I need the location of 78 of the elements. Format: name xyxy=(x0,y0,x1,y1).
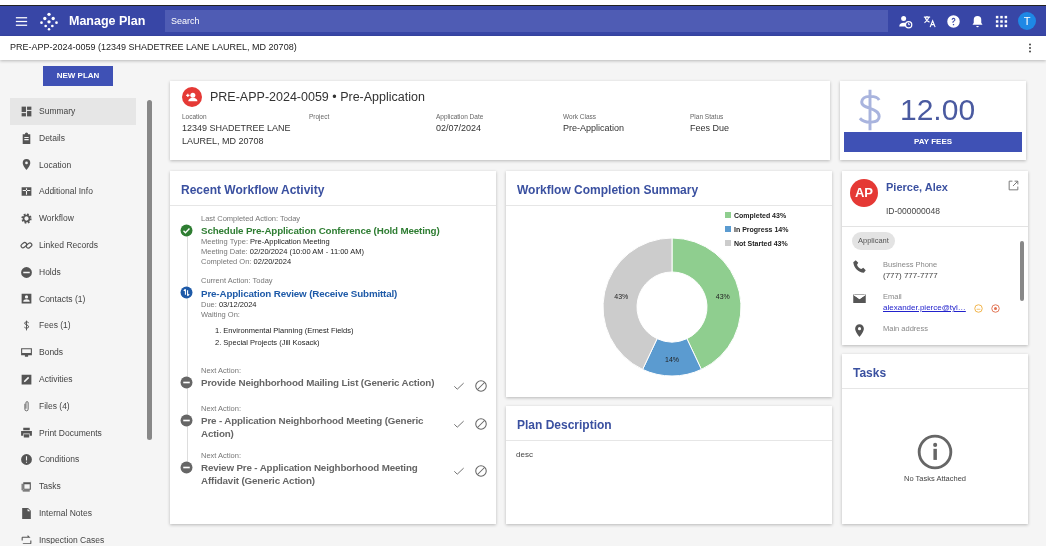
field-value: Pre-Application xyxy=(563,121,626,135)
field-value: 02/07/2024 xyxy=(436,121,483,135)
clipboard-icon xyxy=(20,131,33,145)
contact-avatar: AP xyxy=(850,179,878,207)
apps-grid-icon[interactable] xyxy=(994,13,1009,29)
sidebar-item[interactable]: Print Documents xyxy=(10,419,136,447)
info-icon xyxy=(916,433,954,471)
cancel-icon[interactable] xyxy=(474,463,488,478)
phone-icon xyxy=(852,258,867,274)
sidebar-item[interactable]: Summary xyxy=(10,98,136,125)
external-link-icon[interactable] xyxy=(1007,179,1020,192)
translate-icon[interactable] xyxy=(922,13,937,29)
pay-fees-button[interactable]: PAY FEES xyxy=(844,132,1022,152)
edit-icon xyxy=(20,372,33,386)
add-person-badge-icon xyxy=(182,87,202,107)
table-icon xyxy=(20,185,33,199)
sidebar-item[interactable]: Location xyxy=(10,151,136,179)
logo-icon xyxy=(39,11,59,31)
location-pin-icon xyxy=(852,323,867,338)
document-icon xyxy=(20,506,33,520)
field-value: LAUREL, MD 20708 xyxy=(182,134,265,148)
sidebar-item[interactable]: Files (4) xyxy=(10,392,136,420)
minus-circle-icon xyxy=(180,375,193,389)
sidebar-item[interactable]: Contacts (1) xyxy=(10,285,136,313)
sidebar-item[interactable]: Bonds xyxy=(10,339,136,366)
plan-title: PRE-APP-2024-0059 • Pre-Application xyxy=(210,88,425,106)
cancel-icon[interactable] xyxy=(474,378,488,393)
card-title: Recent Workflow Activity xyxy=(170,171,496,206)
field-value: Fees Due xyxy=(690,121,731,135)
action-title: Provide Neighborhood Mailing List (Generic Action) xyxy=(201,375,436,389)
card-title: Plan Description xyxy=(506,406,832,441)
sidebar-item[interactable]: Tasks xyxy=(10,473,136,500)
bell-icon[interactable] xyxy=(970,13,985,29)
sidebar-item[interactable]: Activities xyxy=(10,365,136,393)
check-circle-icon xyxy=(180,224,193,237)
action-title: Review Pre - Application Neighborhood Meeting Affidavit (Generic Action) xyxy=(201,461,419,487)
sidebar-item[interactable]: Fees (1) xyxy=(10,312,136,340)
sidebar-item[interactable]: Inspection Cases xyxy=(10,526,136,544)
action-title: Pre - Application Neighborhood Meeting (Generic Action) xyxy=(201,413,425,440)
monitor-icon xyxy=(20,346,33,360)
card-title: Workflow Completion Summary xyxy=(506,171,832,206)
person-clock-icon[interactable] xyxy=(898,13,913,29)
contact-id: ID-000000048 xyxy=(886,204,941,218)
dashboard-icon xyxy=(20,104,33,118)
email-link[interactable]: alexander.pierce@tyl… xyxy=(883,302,966,314)
minus-circle-icon xyxy=(180,460,193,474)
sidebar-item[interactable]: Linked Records xyxy=(10,232,136,259)
calendar-icon xyxy=(20,480,33,494)
arrows-icon xyxy=(20,533,33,544)
sidebar-item[interactable]: Holds xyxy=(10,258,136,286)
gear-icon xyxy=(20,212,33,226)
contact-card-icon xyxy=(20,292,33,306)
minus-circle-icon xyxy=(180,413,193,427)
sidebar-item[interactable]: Additional Info xyxy=(10,178,136,206)
card-title: Tasks xyxy=(842,354,1028,389)
action-title[interactable]: Schedule Pre-Application Conference (Hold Meeting) xyxy=(201,224,488,238)
new-plan-button[interactable]: NEW PLAN xyxy=(43,66,113,86)
printer-icon xyxy=(20,426,33,440)
alert-icon xyxy=(20,453,33,467)
action-title[interactable]: Pre-Application Review (Receive Submittal) xyxy=(201,286,488,300)
help-icon[interactable] xyxy=(946,13,961,29)
sidebar-item[interactable]: Workflow xyxy=(10,205,136,232)
field-value: 12349 SHADETREE LANE xyxy=(182,121,292,135)
contact-name[interactable]: Pierce, Alex xyxy=(886,179,999,196)
entry-value: (777) 777-7777 xyxy=(883,269,938,282)
cancel-icon[interactable] xyxy=(474,416,488,431)
scrollbar[interactable] xyxy=(1020,241,1024,302)
app-title: Manage Plan xyxy=(69,12,147,30)
swap-circle-icon xyxy=(180,286,193,300)
sidebar-item[interactable]: Internal Notes xyxy=(10,499,136,527)
sidebar-item[interactable]: Conditions xyxy=(10,446,136,474)
location-pin-icon xyxy=(20,158,33,172)
sidebar-item[interactable]: Details xyxy=(10,124,136,152)
breadcrumb-text: PRE-APP-2024-0059 (12349 SHADETREE LANE LAUREL, MD 20708) xyxy=(10,41,297,55)
search-field[interactable]: Search xyxy=(165,10,888,32)
user-avatar[interactable]: T xyxy=(1018,12,1036,30)
description-text: desc xyxy=(515,449,534,461)
fee-amount: 12.00 xyxy=(900,92,976,128)
